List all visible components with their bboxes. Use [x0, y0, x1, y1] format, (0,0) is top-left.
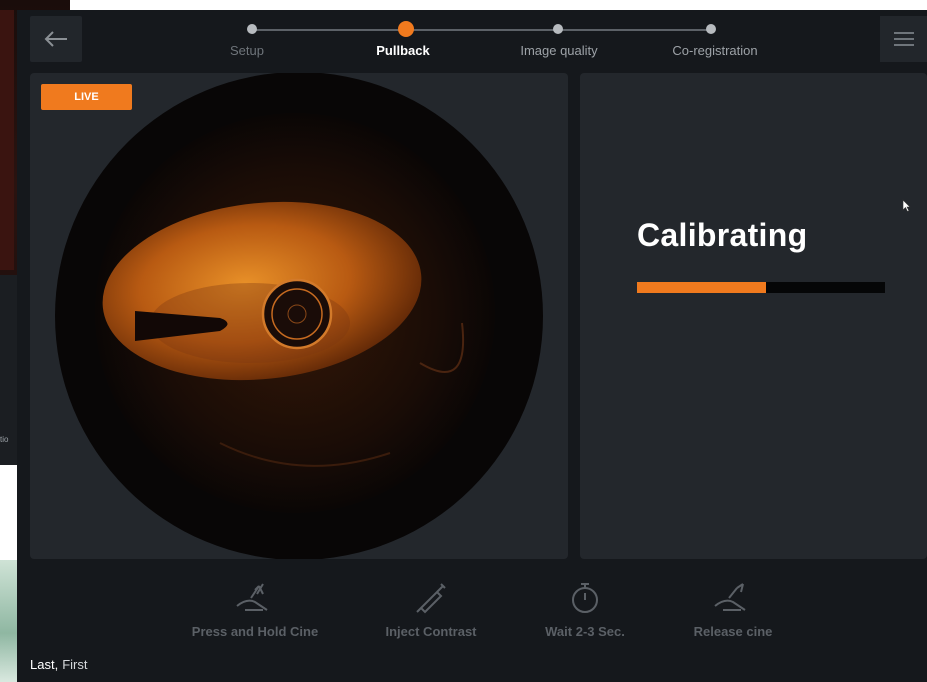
hamburger-menu-icon	[893, 32, 914, 46]
step-dot-pullback[interactable]	[398, 21, 414, 37]
calibration-panel: Calibrating	[580, 73, 927, 559]
instruction-wait: Wait 2-3 Sec.	[510, 580, 660, 639]
mouse-cursor-icon	[902, 199, 911, 212]
instruction-label: Release cine	[693, 624, 773, 639]
patient-name: Last, First	[30, 657, 87, 672]
step-dot-setup[interactable]	[247, 24, 257, 34]
top-bar: Setup Pullback Image quality Co-registra…	[17, 10, 927, 72]
arrow-left-icon	[44, 31, 67, 47]
live-image-panel: LIVE	[30, 73, 568, 559]
calibrating-title: Calibrating	[637, 217, 808, 253]
instruction-label: Press and Hold Cine	[191, 624, 319, 639]
instruction-inject-contrast: Inject Contrast	[356, 580, 506, 639]
step-label-image-quality[interactable]: Image quality	[520, 43, 597, 58]
step-label-setup[interactable]: Setup	[230, 43, 264, 58]
back-button[interactable]	[30, 16, 82, 62]
stopwatch-icon	[572, 583, 598, 613]
calibration-progress-bar	[637, 282, 885, 293]
step-label-co-registration[interactable]: Co-registration	[672, 43, 757, 58]
patient-first-name: First	[62, 657, 88, 672]
instruction-label: Wait 2-3 Sec.	[545, 624, 625, 639]
live-badge: LIVE	[41, 84, 132, 110]
menu-button[interactable]	[880, 16, 927, 62]
background-partial-text: tio	[0, 435, 9, 444]
hand-press-icon	[236, 583, 268, 611]
step-label-pullback[interactable]: Pullback	[376, 43, 429, 58]
syringe-icon	[416, 583, 446, 614]
background-image-strip	[0, 10, 14, 270]
hand-release-icon	[714, 583, 746, 611]
instruction-label: Inject Contrast	[385, 624, 477, 639]
step-dot-co-registration[interactable]	[706, 24, 716, 34]
instruction-release-cine: Release cine	[658, 580, 808, 639]
stepper-line-done	[252, 29, 406, 31]
step-dot-image-quality[interactable]	[553, 24, 563, 34]
oct-cross-section-image	[55, 73, 543, 559]
app-window: Setup Pullback Image quality Co-registra…	[17, 10, 927, 682]
patient-last-name: Last,	[30, 657, 59, 672]
instruction-press-hold-cine: Press and Hold Cine	[180, 580, 330, 639]
calibration-progress-fill	[637, 282, 766, 293]
